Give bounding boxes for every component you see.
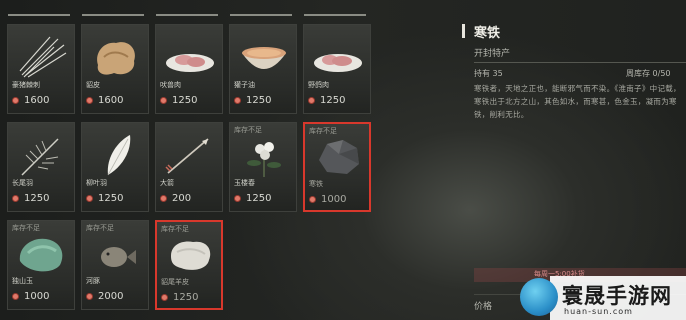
watermark-text: 寰晟手游网 <box>562 284 672 308</box>
shop-item[interactable]: 吠兽肉 1250 <box>155 24 223 114</box>
coin-icon <box>86 97 93 104</box>
coin-icon <box>160 97 167 104</box>
watermark-url: huan-sun.com <box>564 307 633 316</box>
quills-icon <box>19 36 67 78</box>
coin-icon <box>161 294 168 301</box>
oil-bowl-icon <box>242 47 286 69</box>
flower-icon <box>247 142 281 177</box>
shop-item[interactable]: 大箭 200 <box>155 122 223 212</box>
coin-icon <box>160 195 167 202</box>
logo-icon <box>520 278 558 316</box>
shop-item-grid: 豪猪棘刺 1600 貂皮 1600 吠兽肉 1250 獾子油 1250 野鸽肉 … <box>7 24 377 320</box>
shop-item[interactable]: 柳叶羽 1250 <box>81 122 149 212</box>
shop-item-selected[interactable]: 库存不足 貂尾羊皮 1250 <box>155 220 223 310</box>
coin-icon <box>309 196 316 203</box>
item-origin: 开封特产 <box>474 49 511 59</box>
pelt-icon <box>171 241 211 270</box>
feather-icon <box>107 135 131 176</box>
coin-icon <box>86 195 93 202</box>
shop-item[interactable]: 豪猪棘刺 1600 <box>7 24 75 114</box>
shop-item[interactable]: 长尾羽 1250 <box>7 122 75 212</box>
shop-item[interactable]: 獾子油 1250 <box>229 24 297 114</box>
coin-icon <box>12 97 19 104</box>
shop-item[interactable]: 库存不足 玉楼春 1250 <box>229 122 297 212</box>
coin-icon <box>308 97 315 104</box>
meat-icon <box>166 54 214 72</box>
ore-icon <box>319 140 359 174</box>
item-description: 寒铁者，天地之正也，能断邪气而不染。《淮南子》中记载，寒铁出于北方之山，其色如水… <box>474 84 681 119</box>
shop-item[interactable]: 貂皮 1600 <box>81 24 149 114</box>
item-title: 寒铁 <box>474 26 501 41</box>
shop-item[interactable]: 库存不足 独山玉 1000 <box>7 220 75 310</box>
coin-icon <box>234 97 241 104</box>
jade-icon <box>19 238 63 272</box>
price-label: 价格 <box>474 302 493 312</box>
shop-item[interactable]: 野鸽肉 1250 <box>303 24 371 114</box>
shop-item[interactable]: 库存不足 河豚 2000 <box>81 220 149 310</box>
fish-icon <box>101 247 136 267</box>
item-detail-panel: 寒铁 开封特产 持有 35 周库存 0/50 寒铁者，天地之正也，能断邪气而不染… <box>462 12 686 320</box>
arrow-icon <box>165 138 209 174</box>
coin-icon <box>12 195 19 202</box>
top-divider <box>0 14 440 20</box>
title-accent <box>462 24 465 38</box>
coin-icon <box>12 293 19 300</box>
coin-icon <box>86 293 93 300</box>
owned-count: 持有 35 <box>474 69 503 78</box>
fur-icon <box>97 42 135 75</box>
meat-icon <box>314 54 362 72</box>
shop-item-selected[interactable]: 库存不足 寒铁 1000 <box>303 122 371 212</box>
site-watermark: 寰晟手游网 huan-sun.com <box>520 276 686 320</box>
coin-icon <box>234 195 241 202</box>
weekly-stock: 周库存 0/50 <box>626 69 671 78</box>
long-feather-icon <box>21 138 59 176</box>
divider <box>474 62 686 63</box>
